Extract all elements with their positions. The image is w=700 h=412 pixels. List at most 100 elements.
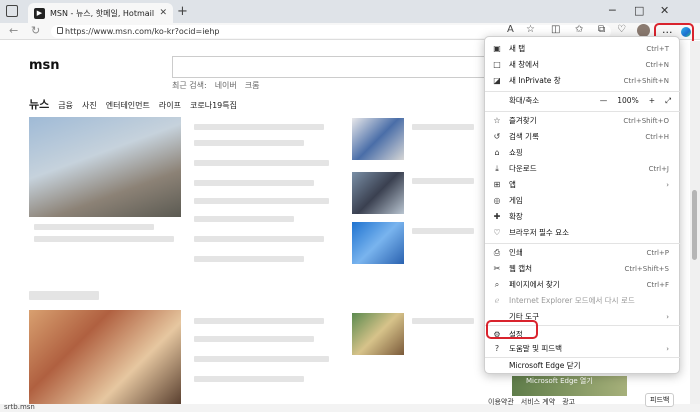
menu-item-history[interactable]: ↺ 검색 기록 Ctrl+H — [485, 129, 681, 144]
recent-label: 최근 검색: — [172, 81, 207, 90]
news-headline[interactable] — [194, 236, 324, 242]
menu-item-inprivate[interactable]: ◪ 새 InPrivate 창 Ctrl+Shift+N — [485, 73, 681, 88]
category-item[interactable]: 금융 — [58, 100, 73, 111]
news-headline[interactable] — [412, 318, 474, 324]
menu-item-browser-essentials[interactable]: ♡ 브라우저 필수 요소 — [485, 225, 681, 240]
menu-item-label: 즐겨찾기 — [509, 116, 537, 125]
browser-tab[interactable]: ▶ MSN - 뉴스, 핫메일, Hotmail, Sk ✕ — [28, 3, 173, 23]
menu-zoom-row: 확대/축소 — 100% + ⤢ — [485, 93, 681, 108]
split-screen-icon[interactable]: ◫ — [551, 24, 560, 35]
search-input[interactable] — [172, 56, 492, 78]
category-item[interactable]: 사진 — [82, 100, 97, 111]
menu-item-apps[interactable]: ⊞ 앱 › — [485, 177, 681, 192]
menu-item-close-edge[interactable]: Microsoft Edge 닫기 — [485, 358, 681, 373]
news-image[interactable] — [29, 117, 181, 217]
maximize-icon[interactable]: □ — [634, 4, 644, 17]
new-tab-button[interactable]: + — [177, 4, 188, 19]
footer-link[interactable]: 이용약관 — [488, 397, 514, 407]
menu-item-find[interactable]: ⌕ 페이지에서 찾기 Ctrl+F — [485, 277, 681, 292]
back-icon[interactable]: ← — [9, 24, 18, 37]
news-headline[interactable] — [194, 140, 304, 146]
menu-item-shortcut: Ctrl+T — [646, 44, 669, 53]
msn-logo[interactable]: msn — [29, 58, 60, 73]
menu-item-label: 페이지에서 찾기 — [509, 280, 560, 289]
category-news[interactable]: 뉴스 — [29, 96, 49, 112]
news-headline[interactable] — [194, 160, 329, 166]
favorites-icon: ☆ — [493, 116, 501, 125]
footer-link[interactable]: 서비스 계약 — [521, 397, 555, 407]
category-item[interactable]: 코로나19특집 — [190, 100, 237, 111]
menu-item-label: 도움말 및 피드백 — [509, 344, 563, 353]
news-headline[interactable] — [194, 180, 314, 186]
news-image[interactable] — [352, 172, 404, 214]
news-image[interactable] — [352, 222, 404, 264]
menu-item-ie-mode: ℯ Internet Explorer 모드에서 다시 로드 — [485, 293, 681, 308]
news-headline[interactable] — [194, 124, 324, 130]
category-nav: 뉴스 금융 사진 엔터테인먼트 라이프 코로나19특집 — [29, 96, 237, 112]
feedback-button[interactable]: 피드백 — [645, 393, 675, 407]
menu-item-extensions[interactable]: ✚ 확장 — [485, 209, 681, 224]
news-headline[interactable] — [194, 216, 294, 222]
news-headline[interactable] — [34, 224, 154, 230]
news-image[interactable] — [352, 313, 404, 355]
downloads-icon: ⤓ — [495, 163, 499, 173]
menu-item-print[interactable]: ⎙ 인쇄 Ctrl+P — [485, 245, 681, 260]
menu-divider — [485, 111, 681, 112]
menu-item-help[interactable]: ? 도움말 및 피드백 › — [485, 341, 681, 356]
minimize-icon[interactable]: ─ — [609, 4, 616, 17]
news-thumbnail[interactable]: Microsoft Edge 열기 — [512, 376, 627, 396]
menu-item-label: 앱 — [509, 180, 516, 189]
news-image[interactable] — [29, 310, 181, 404]
refresh-icon[interactable]: ↻ — [31, 24, 40, 37]
zoom-label: 확대/축소 — [509, 96, 540, 105]
menu-item-shopping[interactable]: ⌂ 쇼핑 — [485, 145, 681, 160]
favorite-star-icon[interactable]: ☆ — [526, 24, 535, 35]
collections-icon[interactable]: ⧉ — [598, 24, 605, 35]
menu-item-downloads[interactable]: ⤓ 다운로드 Ctrl+J — [485, 161, 681, 176]
menu-item-label: 브라우저 필수 요소 — [509, 228, 569, 237]
news-headline[interactable] — [194, 198, 329, 204]
recent-item[interactable]: 네이버 — [215, 80, 237, 91]
close-window-icon[interactable]: ✕ — [660, 4, 669, 17]
news-headline[interactable] — [412, 178, 474, 184]
news-headline[interactable] — [194, 376, 304, 382]
zoom-out-button[interactable]: — — [600, 96, 608, 105]
tab-close-icon[interactable]: ✕ — [159, 8, 167, 18]
menu-item-label: 게임 — [509, 196, 523, 205]
news-headline[interactable] — [34, 236, 174, 242]
menu-item-new-window[interactable]: □ 새 창에서 Ctrl+N — [485, 57, 681, 72]
menu-item-label: 새 InPrivate 창 — [509, 76, 561, 85]
news-headline[interactable] — [412, 228, 474, 234]
zoom-in-button[interactable]: + — [649, 96, 655, 105]
menu-item-label: Internet Explorer 모드에서 다시 로드 — [509, 296, 635, 305]
favorites-bar-icon[interactable]: ✩ — [575, 24, 583, 35]
tab-title: MSN - 뉴스, 핫메일, Hotmail, Sk — [50, 8, 155, 18]
menu-item-games[interactable]: ◎ 게임 — [485, 193, 681, 208]
footer-link[interactable]: 광고 — [562, 397, 575, 407]
category-item[interactable]: 라이프 — [159, 100, 181, 111]
menu-item-label: 새 창에서 — [509, 60, 539, 69]
read-aloud-icon[interactable]: A — [507, 24, 514, 35]
tab-actions-icon[interactable] — [6, 5, 18, 17]
menu-item-shortcut: Ctrl+P — [646, 248, 669, 257]
edge-copilot-icon[interactable] — [681, 27, 691, 37]
menu-item-new-tab[interactable]: ▣ 새 탭 Ctrl+T — [485, 41, 681, 56]
scrollbar-thumb[interactable] — [692, 190, 697, 260]
news-headline[interactable] — [194, 318, 324, 324]
fullscreen-icon[interactable]: ⤢ — [665, 96, 671, 106]
menu-item-web-capture[interactable]: ✂ 웹 캡처 Ctrl+Shift+S — [485, 261, 681, 276]
find-icon: ⌕ — [494, 279, 500, 289]
menu-item-label: Microsoft Edge 닫기 — [509, 361, 581, 370]
news-headline[interactable] — [194, 256, 304, 262]
recent-item[interactable]: 크롬 — [245, 80, 260, 91]
menu-item-favorites[interactable]: ☆ 즐겨찾기 Ctrl+Shift+O — [485, 113, 681, 128]
lock-icon[interactable] — [57, 27, 63, 34]
news-headline[interactable] — [412, 124, 474, 130]
news-headline[interactable] — [194, 356, 329, 362]
news-headline[interactable] — [194, 336, 314, 342]
category-item[interactable]: 엔터테인먼트 — [106, 100, 150, 111]
menu-item-label: 인쇄 — [509, 248, 523, 257]
submenu-chevron-icon: › — [666, 180, 669, 189]
news-image[interactable] — [352, 118, 404, 160]
shield-icon[interactable]: ♡ — [617, 24, 626, 35]
